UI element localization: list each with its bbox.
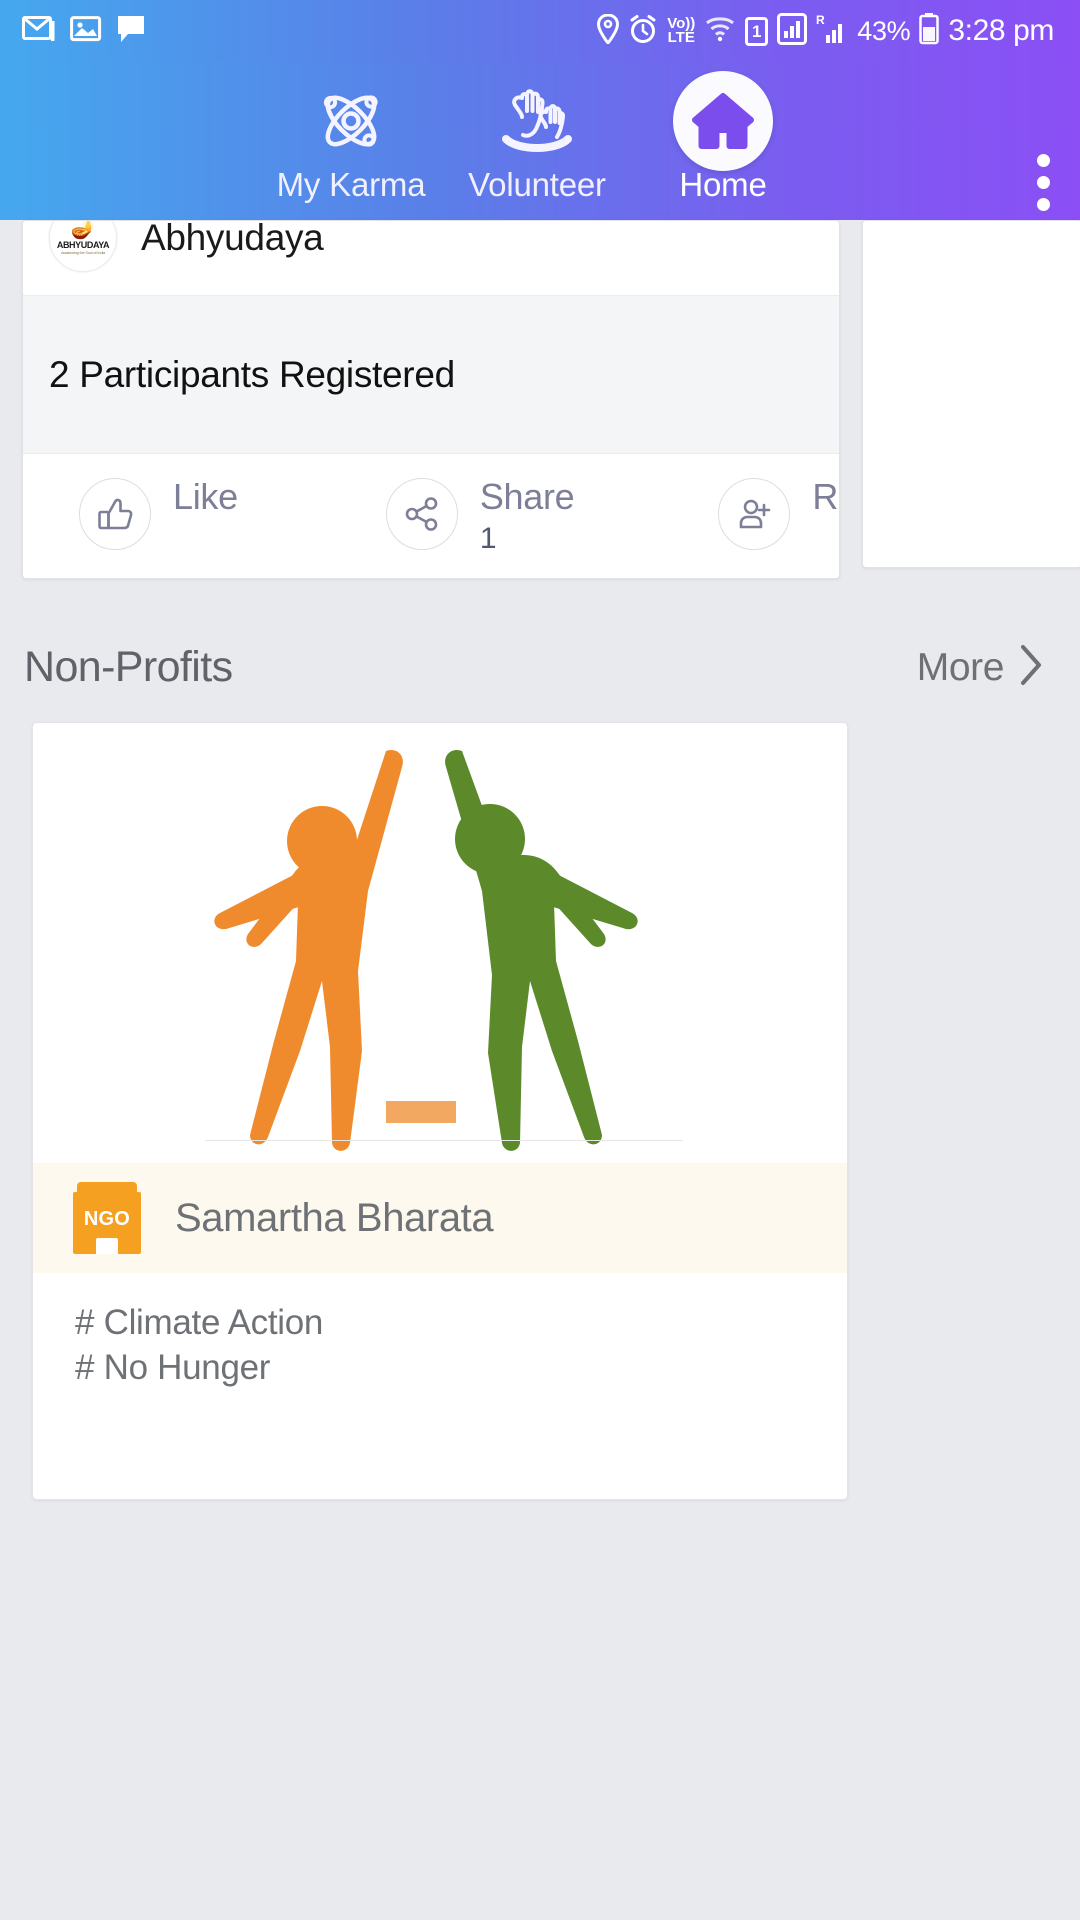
logo-name-text: ABHYUDAYA: [56, 240, 110, 250]
volte-icon: Vo)) LTE: [667, 16, 695, 46]
event-organization-row[interactable]: 🪔 ABHYUDAYA Awakening the Soul of India …: [23, 221, 839, 295]
nav-item-volunteer[interactable]: Volunteer: [444, 80, 630, 204]
more-label: More: [916, 645, 1005, 689]
sim-number: 1: [752, 21, 762, 41]
nav-label-home: Home: [679, 166, 767, 203]
share-text-column: Share 1: [480, 478, 575, 556]
register-button[interactable]: Register: [718, 476, 839, 550]
tag-item[interactable]: # Climate Action: [75, 1301, 847, 1346]
status-bar: Vo)) LTE 1 R 43% 3:28 pm: [0, 0, 1080, 62]
atom-icon: [312, 80, 390, 162]
battery-percent-label: 43%: [857, 15, 911, 46]
nav-item-home[interactable]: Home: [630, 71, 816, 204]
hero-divider: [205, 1140, 683, 1141]
non-profit-name: Samartha Bharata: [175, 1195, 494, 1240]
share-icon: [385, 478, 458, 550]
next-event-card-peek[interactable]: [862, 220, 1080, 568]
like-label: Like: [173, 476, 238, 517]
participants-row: 2 Participants Registered: [23, 295, 839, 454]
share-label: Share: [479, 476, 575, 517]
kebab-dot: [1037, 176, 1050, 189]
gmail-icon: [22, 15, 56, 48]
person-add-icon: [718, 478, 791, 550]
non-profit-logo-image: [33, 723, 847, 1163]
gallery-icon: [70, 15, 102, 48]
kebab-dot: [1037, 198, 1050, 211]
non-profit-tags: # Climate Action # No Hunger: [33, 1273, 847, 1391]
volte-bottom-label: LTE: [667, 29, 695, 46]
ngo-building-icon: NGO: [73, 1182, 141, 1254]
wifi-icon: [704, 14, 736, 49]
event-card[interactable]: 🪔 ABHYUDAYA Awakening the Soul of India …: [22, 220, 840, 579]
top-navigation: My Karma Volunteer Home: [258, 71, 816, 204]
home-icon: [673, 71, 773, 171]
scroll-content[interactable]: 🪔 ABHYUDAYA Awakening the Soul of India …: [0, 220, 1080, 1920]
status-bar-right-icons: Vo)) LTE 1 R 43% 3:28 pm: [597, 12, 1054, 50]
nav-label-my-karma: My Karma: [276, 166, 426, 203]
kebab-menu-icon[interactable]: [1037, 154, 1050, 211]
ngo-badge-door: [96, 1238, 118, 1254]
like-button[interactable]: Like: [79, 478, 238, 550]
share-button[interactable]: Share 1: [385, 478, 575, 556]
kebab-dot: [1037, 154, 1050, 167]
like-text-column: Like: [173, 478, 238, 516]
raised-hands-icon: [496, 80, 578, 162]
sim-icon: 1: [745, 16, 769, 46]
svg-text:R: R: [816, 13, 825, 27]
roaming-signal-icon: R: [816, 13, 848, 50]
thumbs-up-icon: [79, 478, 151, 550]
organization-name: Abhyudaya: [141, 220, 324, 258]
logo-tagline-text: Awakening the Soul of India: [60, 250, 106, 255]
non-profits-section-header: Non-Profits More: [0, 643, 1080, 692]
battery-icon: [919, 12, 940, 50]
ngo-badge-label: NGO: [83, 1207, 131, 1230]
share-count: 1: [479, 521, 497, 555]
organization-logo-icon: 🪔 ABHYUDAYA Awakening the Soul of India: [49, 220, 117, 272]
message-icon: [116, 14, 146, 49]
alarm-icon: [628, 14, 658, 49]
signal-icon: [777, 12, 808, 50]
tag-item[interactable]: # No Hunger: [75, 1346, 847, 1391]
nav-label-volunteer: Volunteer: [468, 166, 606, 203]
location-icon: [597, 12, 620, 49]
home-icon-wrapper: [673, 71, 773, 171]
chevron-right-icon: [1018, 643, 1044, 692]
more-link[interactable]: More: [917, 643, 1044, 692]
app-header: My Karma Volunteer Home: [0, 62, 1080, 220]
participants-count-label: 2 Participants Registered: [49, 353, 455, 395]
section-title: Non-Profits: [24, 643, 233, 691]
register-label: Register: [812, 476, 839, 517]
event-actions-row: Like Share 1 R: [23, 454, 839, 578]
non-profit-card[interactable]: NGO Samartha Bharata # Climate Action # …: [32, 722, 848, 1500]
status-bar-left-icons: [22, 14, 146, 49]
logo-emblem: 🪔: [70, 220, 96, 240]
register-text-column: Register: [812, 476, 839, 517]
clock-label: 3:28 pm: [948, 14, 1054, 47]
non-profit-name-bar: NGO Samartha Bharata: [33, 1163, 847, 1273]
nav-item-my-karma[interactable]: My Karma: [258, 80, 444, 204]
